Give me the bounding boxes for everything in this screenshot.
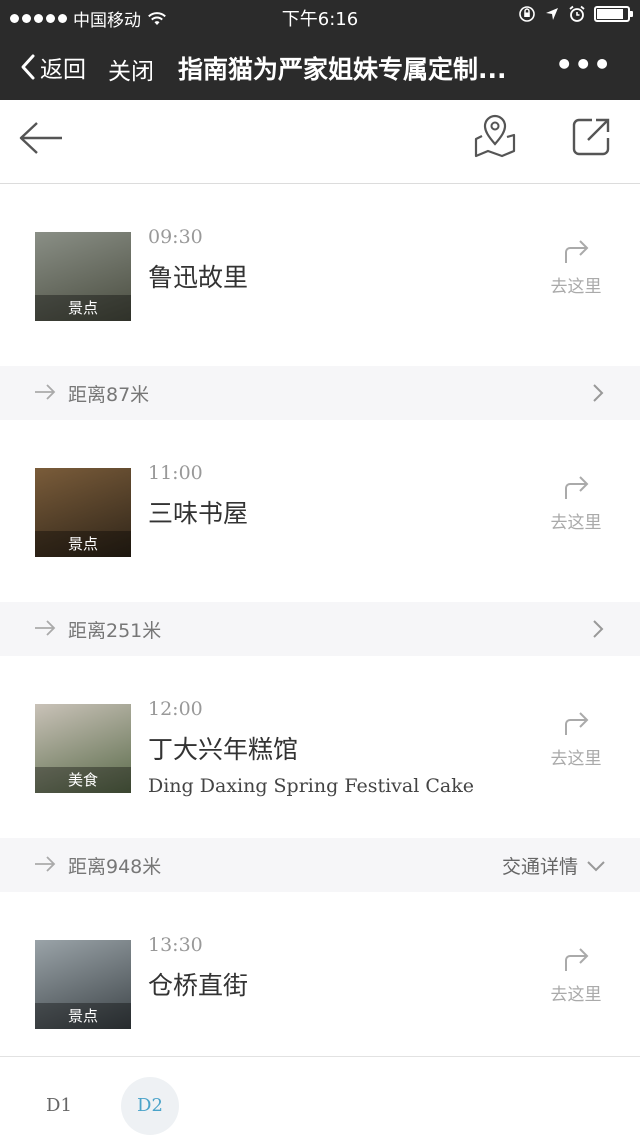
share-icon[interactable] [570,116,612,158]
chevron-left-icon [21,54,35,80]
distance-text: 距离251米 [68,620,162,642]
stop-name: 丁大兴年糕馆 [148,735,299,764]
chevron-right-icon [593,384,604,402]
turn-right-arrow-icon [565,712,589,735]
toolbar [0,100,640,184]
arrow-right-icon [35,620,56,636]
day-selector: D1 D2 [0,1056,640,1138]
distance-row[interactable]: 距离251米 [0,602,640,656]
stop-name: 仓桥直街 [148,971,249,1000]
distance-text: 距离87米 [68,384,150,406]
arrow-right-icon [35,856,56,872]
back-button[interactable]: 返回 [20,50,86,84]
category-tag: 景点 [35,295,131,321]
stop-time: 13:30 [148,934,203,956]
go-here-label: 去这里 [550,985,602,1005]
day-tab-d1[interactable]: D1 [30,1077,88,1135]
stop-time: 09:30 [148,226,203,248]
status-right [518,5,633,23]
category-tag: 美食 [35,767,131,793]
stop-name-english: Ding Daxing Spring Festival Cake [148,775,474,797]
stop-name: 三味书屋 [148,499,249,528]
location-arrow-icon [546,8,558,20]
turn-right-arrow-icon [565,948,589,971]
alarm-icon [569,5,585,22]
more-menu-button[interactable]: ••• [555,48,612,81]
battery-icon [594,6,633,22]
nav-bar: 返回 关闭 指南猫为严家姐妹专属定制... ••• [0,34,640,100]
go-here-label: 去这里 [550,277,602,297]
page-title: 指南猫为严家姐妹专属定制... [178,55,507,84]
chevron-down-icon [587,860,605,871]
stop-time: 11:00 [148,462,203,484]
map-pin-icon[interactable] [474,114,516,158]
stop-thumbnail: 景点 [35,940,131,1029]
back-label: 返回 [40,57,86,83]
stop-item[interactable]: 景点 13:30 仓桥直街 去这里 [0,892,640,1074]
itinerary-list: 景点 09:30 鲁迅故里 去这里 距离87米 景点 11:00 三味书屋 去这… [0,184,640,1074]
go-here-button[interactable]: 去这里 [548,238,604,297]
stop-name: 鲁迅故里 [148,263,249,292]
category-tag: 景点 [35,531,131,557]
go-here-label: 去这里 [550,513,602,533]
distance-text: 距离948米 [68,856,162,878]
turn-right-arrow-icon [565,476,589,499]
category-tag: 景点 [35,1003,131,1029]
go-here-label: 去这里 [550,749,602,769]
status-bar: 中国移动 下午6:16 [0,0,640,34]
back-arrow-icon[interactable] [18,120,64,156]
distance-row[interactable]: 距离87米 [0,366,640,420]
arrow-right-icon [35,384,56,400]
distance-row[interactable]: 距离948米 交通详情 [0,838,640,892]
chevron-right-icon [593,620,604,638]
go-here-button[interactable]: 去这里 [548,710,604,769]
stop-item[interactable]: 景点 09:30 鲁迅故里 去这里 [0,184,640,366]
transit-details-button[interactable]: 交通详情 [502,852,606,879]
stop-time: 12:00 [148,698,203,720]
stop-item[interactable]: 景点 11:00 三味书屋 去这里 [0,420,640,602]
day-tab-d2[interactable]: D2 [121,1077,179,1135]
go-here-button[interactable]: 去这里 [548,474,604,533]
stop-thumbnail: 景点 [35,232,131,321]
stop-thumbnail: 美食 [35,704,131,793]
stop-thumbnail: 景点 [35,468,131,557]
go-here-button[interactable]: 去这里 [548,946,604,1005]
close-button[interactable]: 关闭 [108,52,154,86]
turn-right-arrow-icon [565,240,589,263]
stop-item[interactable]: 美食 12:00 丁大兴年糕馆 Ding Daxing Spring Festi… [0,656,640,838]
orientation-lock-icon [519,6,535,22]
transit-details-label: 交通详情 [501,856,578,878]
